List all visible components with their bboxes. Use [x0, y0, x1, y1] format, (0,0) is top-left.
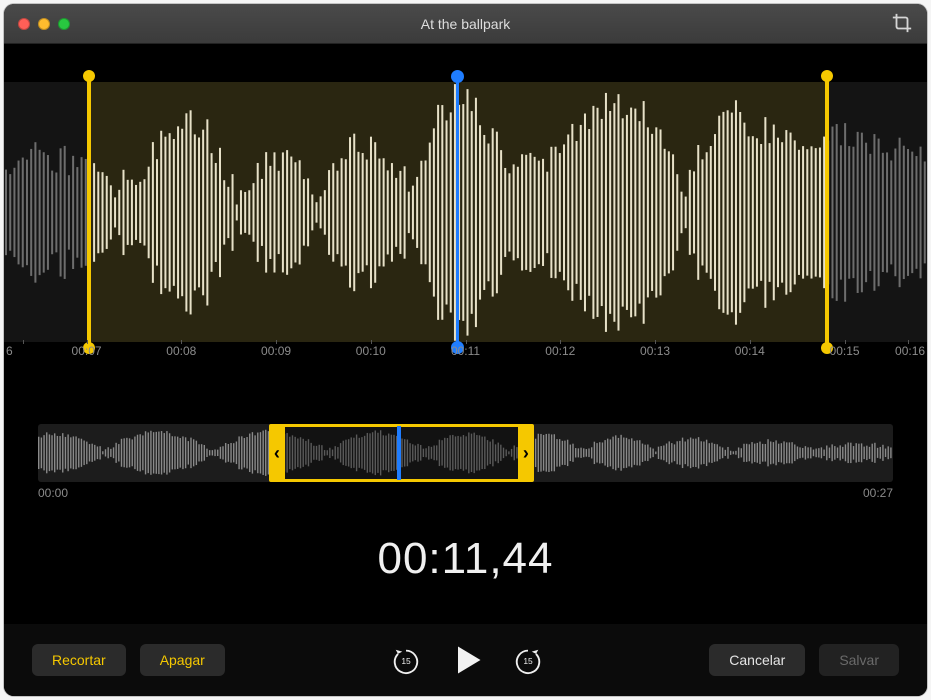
play-icon[interactable] [449, 642, 485, 678]
ruler-tick: 00:12 [513, 344, 608, 366]
overview-end-label: 00:27 [863, 486, 893, 500]
ruler-tick: 6 [6, 344, 39, 366]
editor-content: 600:0700:0800:0900:1000:1100:1200:1300:1… [4, 44, 927, 696]
ruler-tick: 00:09 [229, 344, 324, 366]
zoom-window-button[interactable] [58, 18, 70, 30]
minimize-window-button[interactable] [38, 18, 50, 30]
overview-time-labels: 00:00 00:27 [38, 486, 893, 500]
ruler-tick: 00:07 [39, 344, 134, 366]
main-waveform[interactable] [4, 82, 927, 342]
audio-editor-window: At the ballpark 600:0700:0800:0900:1000:… [4, 4, 927, 696]
playhead[interactable] [456, 76, 459, 348]
transport-controls: 15 15 [391, 642, 543, 678]
bottom-toolbar: Recortar Apagar 15 [4, 624, 927, 696]
cancel-button[interactable]: Cancelar [709, 644, 805, 676]
ruler-tick: 00:15 [797, 344, 892, 366]
overview-selection[interactable]: ‹ › [269, 424, 534, 482]
skip-back-15-icon[interactable]: 15 [391, 645, 421, 675]
overview-handle-right[interactable]: › [518, 427, 534, 479]
svg-text:15: 15 [523, 656, 533, 666]
ruler-tick: 00:11 [418, 344, 513, 366]
overview-playhead[interactable] [397, 426, 401, 480]
overview-handle-left[interactable]: ‹ [269, 427, 285, 479]
ruler-tick: 00:14 [702, 344, 797, 366]
titlebar[interactable]: At the ballpark [4, 4, 927, 44]
ruler-tick: 00:08 [134, 344, 229, 366]
trim-handle-right[interactable] [825, 76, 829, 348]
trim-button[interactable]: Recortar [32, 644, 126, 676]
ruler-tick: 00:16 [892, 344, 925, 366]
ruler-tick: 00:13 [608, 344, 703, 366]
current-time-display: 00:11,44 [4, 534, 927, 584]
delete-button[interactable]: Apagar [140, 644, 225, 676]
close-window-button[interactable] [18, 18, 30, 30]
time-ruler: 600:0700:0800:0900:1000:1100:1200:1300:1… [4, 344, 927, 366]
skip-forward-15-icon[interactable]: 15 [513, 645, 543, 675]
trim-handle-left[interactable] [87, 76, 91, 348]
window-controls [18, 18, 70, 30]
save-button: Salvar [819, 644, 899, 676]
ruler-tick: 00:10 [323, 344, 418, 366]
window-title: At the ballpark [4, 16, 927, 32]
crop-icon[interactable] [891, 12, 913, 39]
overview-start-label: 00:00 [38, 486, 68, 500]
svg-text:15: 15 [401, 656, 411, 666]
overview-strip[interactable]: ‹ › [38, 424, 893, 482]
waveform-bars [4, 82, 927, 343]
